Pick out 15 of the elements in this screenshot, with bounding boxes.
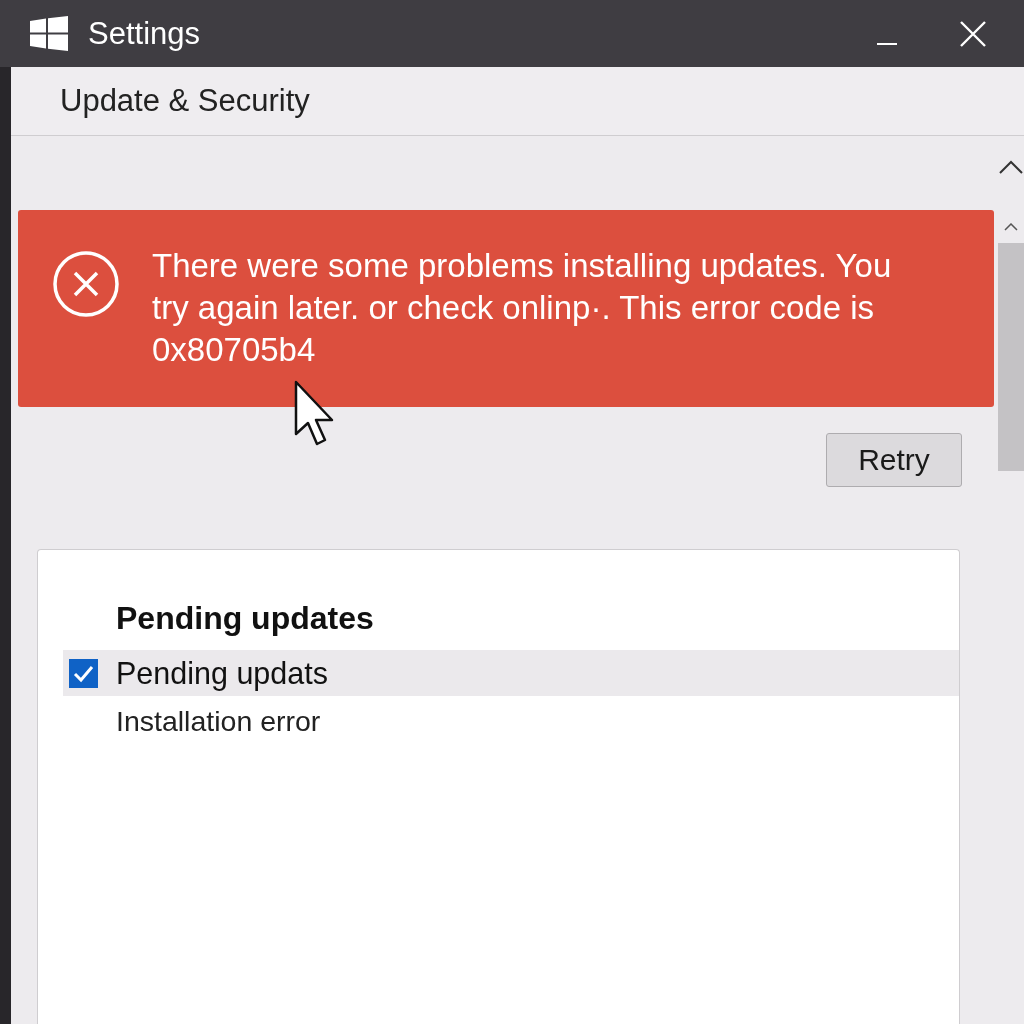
update-label: Pending updats [116, 655, 328, 691]
error-icon [53, 251, 119, 317]
close-button[interactable] [960, 20, 986, 47]
checkbox[interactable] [69, 658, 98, 688]
close-icon [960, 20, 986, 47]
minimize-icon [877, 42, 897, 45]
page-title: Update & Security [60, 83, 310, 119]
error-message: There were some problems installing updates. You try again later. or check onlinp·. This error code is 0x80705b4 [152, 246, 893, 370]
retry-button[interactable]: Retry [826, 433, 962, 487]
card-heading: Pending updates [116, 599, 374, 638]
window-title: Settings [88, 15, 200, 52]
windows-logo-icon [30, 16, 68, 51]
update-row[interactable]: Pending updats [63, 650, 959, 696]
scroll-up-icon[interactable] [999, 160, 1023, 174]
update-status: Installation error [116, 706, 321, 736]
